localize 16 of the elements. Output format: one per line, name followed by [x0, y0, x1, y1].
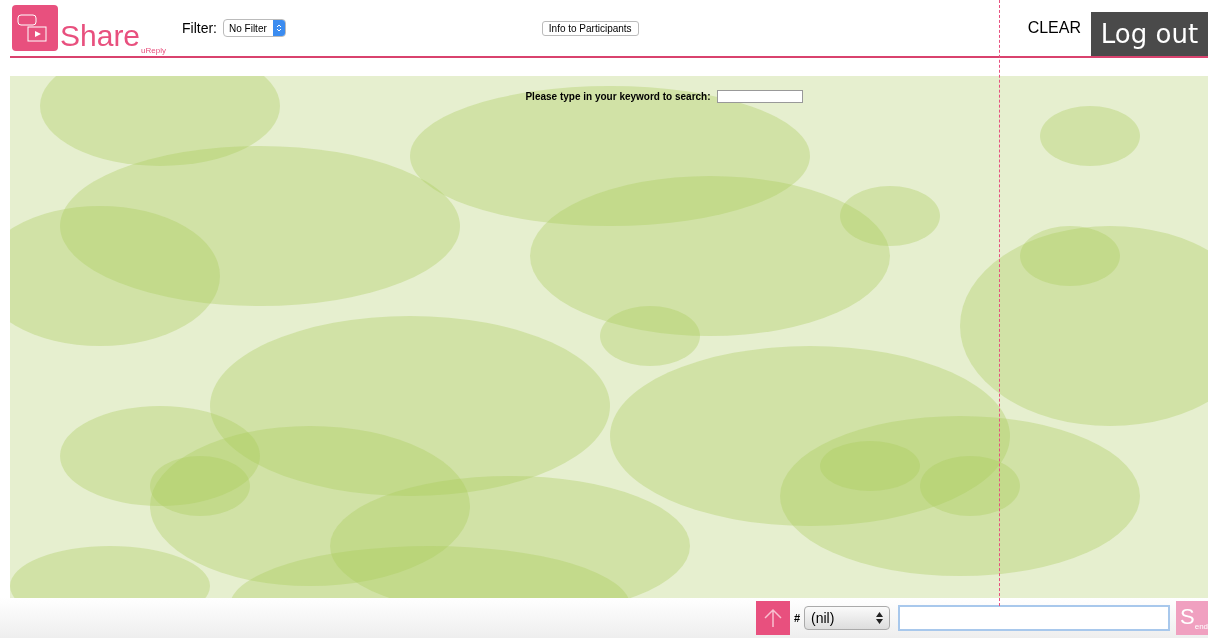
chevron-icon — [275, 23, 282, 33]
logo-text: Share — [60, 21, 141, 51]
logo-subtext: uReply — [141, 46, 166, 55]
message-field[interactable] — [898, 605, 1170, 631]
logout-button[interactable]: Log out — [1091, 12, 1208, 56]
clear-button[interactable]: CLEAR — [1027, 19, 1081, 37]
updown-icon — [876, 612, 883, 624]
hash-label: # — [793, 612, 800, 624]
filter-select[interactable]: No Filter — [223, 19, 286, 37]
logo-icon — [12, 5, 58, 51]
info-button[interactable]: Info to Participants — [541, 20, 639, 36]
search-field[interactable] — [716, 90, 803, 103]
upload-button[interactable] — [755, 601, 790, 635]
filter-label: Filter: — [182, 20, 217, 36]
search-label: Please type in your keyword to search: — [525, 91, 711, 102]
tag-select[interactable]: (nil) — [804, 606, 890, 630]
